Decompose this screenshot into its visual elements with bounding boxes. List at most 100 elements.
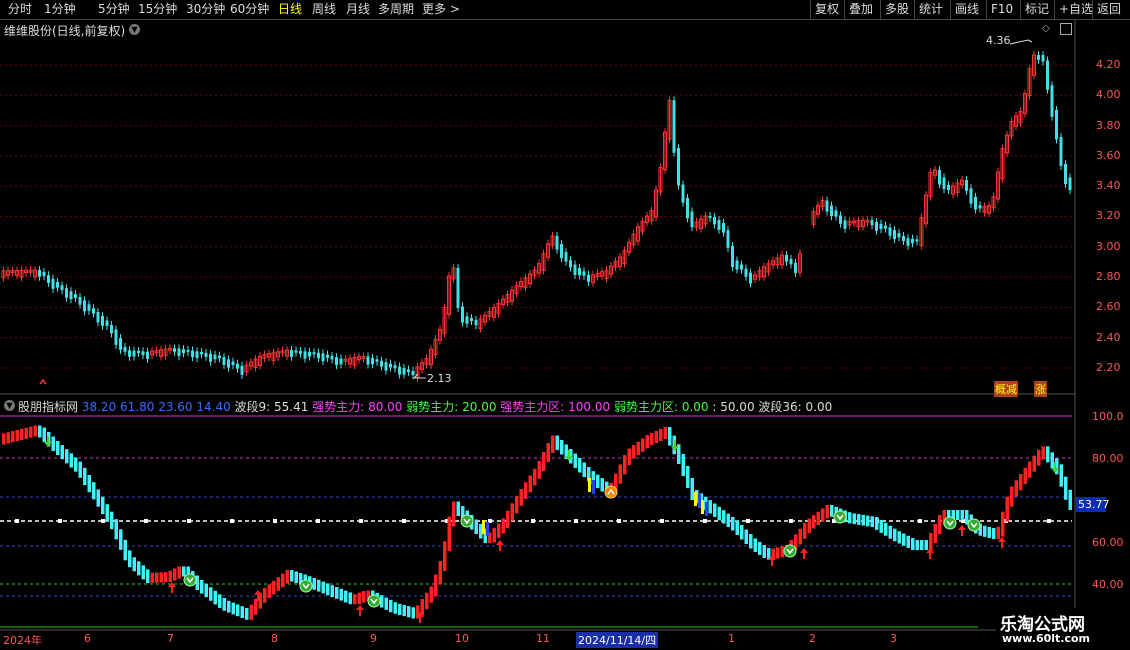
candle-body: [204, 352, 208, 357]
kline-chart[interactable]: [0, 0, 1130, 650]
indicator-bar: [384, 597, 388, 610]
indicator-bar: [987, 526, 991, 538]
indicator-bar: [164, 572, 168, 583]
candle-body: [1064, 164, 1067, 185]
candle-body: [740, 264, 743, 270]
candle-body: [92, 308, 95, 314]
small-up-marker: [39, 378, 47, 385]
indicator-bar: [159, 572, 163, 583]
indicator-bar: [506, 510, 510, 529]
candle-body: [402, 368, 406, 375]
indicator-bar: [114, 519, 118, 540]
indicator-bar: [438, 561, 442, 585]
indicator-bar: [933, 524, 937, 543]
cursor-date-label: 2024/11/14/四: [576, 632, 659, 648]
candle-body: [87, 304, 91, 311]
candle-body: [321, 353, 325, 362]
candle-body: [830, 205, 833, 217]
indicator-name: 股朋指标网: [18, 400, 79, 414]
signal-circle-icon: [943, 516, 957, 530]
indicator-bar: [528, 475, 532, 493]
indicator-bar: [452, 501, 456, 527]
candle-body: [191, 350, 194, 358]
candle-body: [137, 350, 140, 353]
indicator-bar: [348, 592, 352, 605]
indicator-bar: [992, 528, 996, 540]
indicator-param-value: 23.60: [154, 400, 193, 414]
candle-body: [110, 325, 113, 334]
indicator-param-value: 61.80: [116, 400, 155, 414]
candle-body: [1041, 55, 1045, 62]
indicator-bar: [879, 519, 883, 533]
candle-body: [582, 271, 586, 276]
candle-body: [839, 215, 842, 224]
indicator-bar: [411, 607, 415, 619]
indicator-bar: [344, 590, 348, 603]
candle-body: [906, 238, 910, 246]
indicator-bar: [758, 542, 762, 555]
candle-body: [744, 268, 748, 277]
indicator-bar: [519, 489, 523, 506]
mid-dot: [789, 519, 793, 523]
indicator-bar: [812, 515, 816, 529]
indicator-bar: [362, 591, 366, 603]
candle-body: [195, 351, 199, 358]
indicator-bar: [69, 453, 73, 468]
indicator-bar: [722, 510, 726, 524]
indicator-bar: [492, 528, 496, 543]
indicator-bar: [645, 435, 649, 449]
date-label: 11: [536, 632, 550, 645]
candle-body: [65, 288, 68, 298]
chevron-down-icon[interactable]: ▼: [4, 400, 15, 411]
indicator-bar: [281, 573, 285, 588]
indicator-bar: [240, 606, 244, 618]
indicator-bar: [1019, 474, 1023, 491]
candle-body: [870, 220, 874, 226]
indicator-bar: [150, 572, 154, 583]
indicator-bar: [146, 569, 150, 583]
indicator-bar: [717, 506, 721, 521]
indicator-bar: [713, 503, 717, 517]
indicator-bar: [222, 598, 226, 611]
indicator-bar: [524, 482, 528, 499]
indicator-bar: [938, 515, 942, 534]
indicator-bar: [650, 433, 654, 445]
indicator-bar: [83, 467, 87, 485]
indicator-bar: [551, 435, 555, 453]
indicator-bar: [200, 580, 204, 594]
indicator-tick: 60.00: [1092, 536, 1124, 549]
candle-body: [173, 348, 176, 352]
indicator-bar: [294, 571, 298, 583]
indicator-bar: [258, 592, 262, 609]
candle-body: [947, 185, 950, 191]
price-tick: 3.80: [1096, 119, 1121, 132]
candle-body: [722, 223, 725, 233]
candle-body: [42, 271, 46, 277]
candle-body: [69, 291, 73, 300]
candle-body: [569, 260, 572, 268]
indicator-bar: [321, 581, 325, 594]
indicator-bar: [996, 526, 1000, 540]
indicator-bar: [204, 583, 208, 598]
indicator-bar: [1059, 464, 1063, 487]
indicator-bar: [965, 510, 969, 525]
candle-body: [375, 359, 379, 362]
indicator-bar: [636, 441, 640, 456]
indicator-bar: [1001, 511, 1005, 537]
candle-body: [96, 312, 100, 323]
tag-badge[interactable]: 涨: [1034, 381, 1047, 397]
signal-circle-icon: [783, 544, 797, 558]
indicator-bar: [578, 458, 582, 473]
indicator-bar: [641, 438, 645, 452]
indicator-bar: [798, 528, 802, 545]
candle-body: [186, 349, 190, 352]
candle-body: [47, 275, 50, 283]
indicator-bar: [474, 519, 478, 534]
date-label: 1: [728, 632, 735, 645]
mid-dot: [359, 519, 363, 523]
indicator-bar: [11, 431, 15, 443]
indicator-grid: [0, 415, 1072, 597]
indicator-bar: [510, 503, 514, 521]
tag-badge[interactable]: 概减: [994, 381, 1018, 397]
date-label: 2024年: [3, 634, 42, 647]
